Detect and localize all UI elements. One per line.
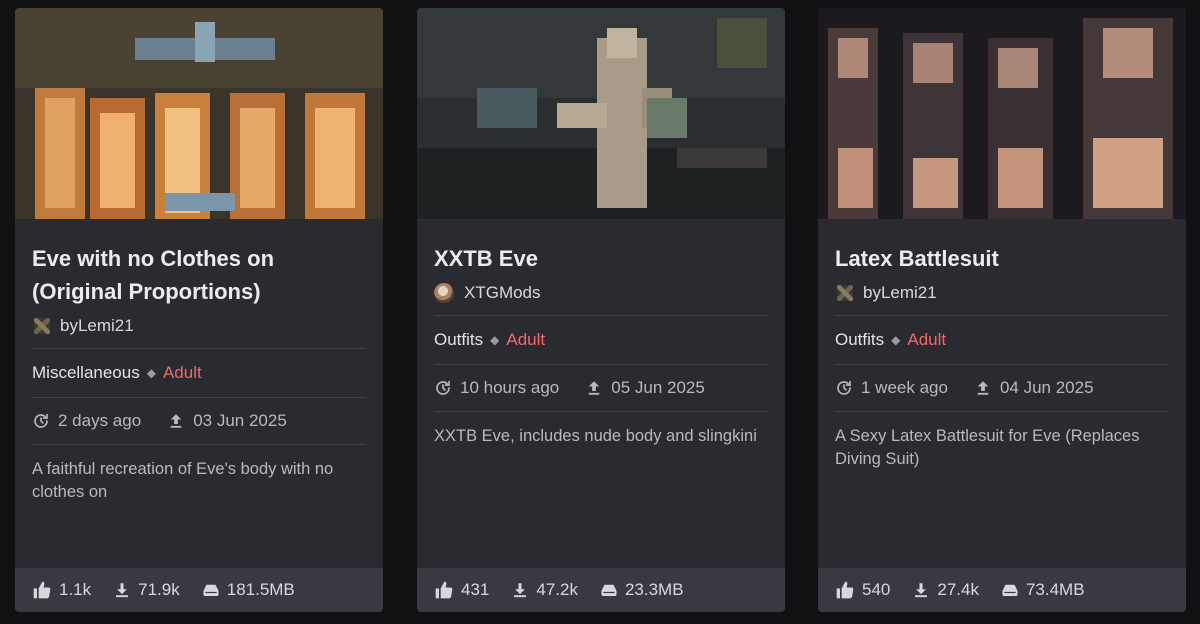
adult-badge: Adult — [506, 330, 546, 349]
uploaded-text: 03 Jun 2025 — [193, 411, 287, 430]
author-name[interactable]: XTGMods — [464, 283, 541, 303]
updated-text: 1 week ago — [861, 378, 948, 397]
size-stat: 181.5MB — [202, 580, 295, 600]
mod-title-line: Latex Battlesuit — [835, 246, 999, 271]
card-footer: 431 47.2k 23.3MB — [417, 568, 785, 612]
likes-count: 1.1k — [59, 580, 92, 599]
mod-description: XXTB Eve, includes nude body and slingki… — [434, 427, 757, 445]
thumbnail-image[interactable] — [818, 8, 1186, 219]
dates-row: 10 hours ago 05 Jun 2025 — [434, 365, 768, 411]
mod-card-grid: Eve with no Clothes on (Original Proport… — [0, 0, 1200, 624]
likes-count: 540 — [862, 580, 891, 599]
downloads-stat: 71.9k — [113, 580, 180, 600]
author-row[interactable]: byLemi21 — [835, 281, 1169, 305]
author-name[interactable]: byLemi21 — [60, 316, 134, 336]
mod-title[interactable]: Eve with no Clothes on (Original Proport… — [32, 242, 366, 308]
author-row[interactable]: byLemi21 — [32, 314, 366, 338]
download-arrow-icon — [116, 583, 129, 598]
hard-drive-icon — [601, 584, 617, 596]
likes-stat: 540 — [835, 580, 890, 600]
downloads-count: 47.2k — [536, 580, 578, 599]
mod-description: A Sexy Latex Battlesuit for Eve (Replace… — [835, 427, 1140, 468]
refresh-clock-icon — [34, 413, 48, 428]
downloads-count: 27.4k — [937, 580, 979, 599]
adult-badge: Adult — [162, 363, 202, 382]
author-row[interactable]: XTGMods — [434, 281, 768, 305]
category-link[interactable]: Outfits — [434, 330, 483, 350]
upload-arrow-icon — [170, 414, 182, 428]
refresh-clock-icon — [837, 380, 851, 395]
size-stat: 73.4MB — [1001, 580, 1085, 600]
refresh-clock-icon — [436, 380, 450, 395]
thumbnail-image[interactable] — [417, 8, 785, 219]
mod-title-line: Eve with no Clothes on — [32, 246, 275, 271]
downloads-stat: 27.4k — [912, 580, 979, 600]
category-link[interactable]: Miscellaneous — [32, 363, 140, 383]
card-footer: 540 27.4k 73.4MB — [818, 568, 1186, 612]
card-footer: 1.1k 71.9k 181.5MB — [15, 568, 383, 612]
divider — [32, 444, 366, 445]
download-arrow-icon — [915, 583, 928, 598]
thumbs-up-icon — [836, 581, 854, 599]
mod-title[interactable]: Latex Battlesuit — [835, 242, 1169, 275]
updated-text: 10 hours ago — [460, 378, 560, 397]
author-avatar-icon — [837, 285, 853, 301]
mod-description: A faithful recreation of Eve's body with… — [32, 460, 334, 501]
dates-row: 2 days ago 03 Jun 2025 — [32, 398, 366, 444]
thumbs-up-icon — [435, 581, 453, 599]
uploaded-date: 04 Jun 2025 — [974, 378, 1094, 398]
size-value: 23.3MB — [624, 580, 684, 599]
hard-drive-icon — [1002, 584, 1018, 596]
uploaded-date: 05 Jun 2025 — [585, 378, 705, 398]
adult-badge: Adult — [907, 330, 947, 349]
updated-date: 1 week ago — [835, 378, 948, 398]
divider — [434, 411, 768, 412]
separator-dot: ◆ — [146, 366, 156, 380]
upload-arrow-icon — [977, 381, 989, 395]
mod-title-line: (Original Proportions) — [32, 279, 261, 304]
category-link[interactable]: Outfits — [835, 330, 884, 350]
dates-row: 1 week ago 04 Jun 2025 — [835, 365, 1169, 411]
author-avatar-icon — [434, 283, 454, 303]
category-row: Miscellaneous ◆ Adult — [32, 349, 366, 397]
upload-arrow-icon — [589, 381, 600, 395]
updated-date: 10 hours ago — [434, 378, 559, 398]
uploaded-text: 04 Jun 2025 — [999, 378, 1094, 397]
mod-card[interactable]: Latex Battlesuit byLemi21 Outfits ◆ Adul… — [818, 8, 1186, 612]
updated-date: 2 days ago — [32, 411, 141, 431]
likes-count: 431 — [461, 580, 490, 599]
likes-stat: 431 — [434, 580, 489, 600]
updated-text: 2 days ago — [58, 411, 142, 430]
mod-title[interactable]: XXTB Eve — [434, 242, 768, 275]
likes-stat: 1.1k — [32, 580, 91, 600]
hard-drive-icon — [203, 584, 219, 596]
mod-card[interactable]: XXTB Eve XTGMods Outfits ◆ Adult 10 hour… — [417, 8, 785, 612]
divider — [835, 411, 1169, 412]
download-arrow-icon — [514, 583, 527, 598]
category-row: Outfits ◆ Adult — [835, 316, 1169, 364]
uploaded-text: 05 Jun 2025 — [611, 378, 705, 397]
separator-dot: ◆ — [490, 333, 500, 347]
size-stat: 23.3MB — [600, 580, 684, 600]
author-avatar-icon — [34, 318, 50, 334]
mod-title-line: XXTB Eve — [434, 246, 538, 271]
category-row: Outfits ◆ Adult — [434, 316, 768, 364]
separator-dot: ◆ — [891, 333, 901, 347]
size-value: 181.5MB — [226, 580, 295, 599]
thumbnail-image[interactable] — [15, 8, 383, 219]
thumbs-up-icon — [33, 581, 51, 599]
author-name[interactable]: byLemi21 — [863, 283, 937, 303]
size-value: 73.4MB — [1025, 580, 1085, 599]
uploaded-date: 03 Jun 2025 — [167, 411, 287, 431]
mod-card[interactable]: Eve with no Clothes on (Original Proport… — [15, 8, 383, 612]
downloads-count: 71.9k — [138, 580, 180, 599]
downloads-stat: 47.2k — [511, 580, 578, 600]
